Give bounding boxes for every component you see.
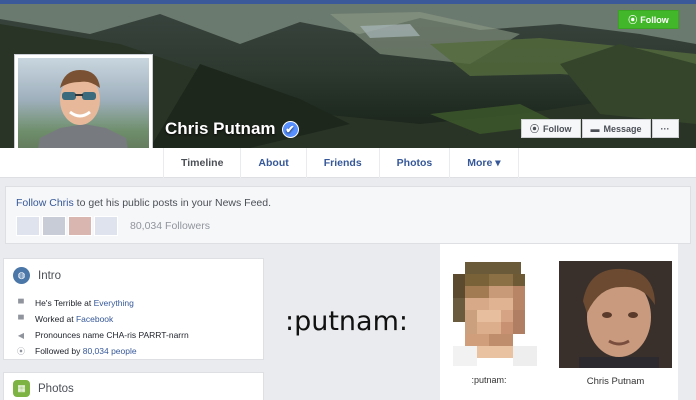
intro-item-text: Pronounces name CHA-ris PARRT-narrn <box>35 330 189 340</box>
follow-button[interactable]: ⦿ Follow <box>521 119 581 138</box>
follow-prompt-text: Follow Chris to get his public posts in … <box>16 197 271 209</box>
intro-card: ◍ Intro ▀ He's Terrible at Everything ▀ … <box>3 258 264 360</box>
message-button[interactable]: ▬ Message <box>581 119 651 138</box>
follow-prompt-body: to get his public posts in your News Fee… <box>73 197 272 209</box>
avatar[interactable] <box>42 216 66 236</box>
avatar[interactable] <box>68 216 92 236</box>
follow-green-button[interactable]: ⦿ Follow <box>618 10 679 29</box>
rss-icon: ⦿ <box>17 346 25 356</box>
tab-photos[interactable]: Photos <box>378 148 450 178</box>
list-item: ▀ Worked at Facebook <box>16 311 189 327</box>
photos-header: ▦ Photos <box>13 380 74 397</box>
briefcase-icon: ▀ <box>18 298 24 308</box>
list-item: ◀ Pronounces name CHA-ris PARRT-narrn <box>16 327 189 343</box>
intro-item-link[interactable]: 80,034 people <box>83 346 137 356</box>
profile-name[interactable]: Chris Putnam ✔ <box>165 119 299 139</box>
more-options-button[interactable]: ··· <box>651 119 679 138</box>
intro-title: Intro <box>38 269 62 282</box>
photos-icon: ▦ <box>13 380 30 397</box>
follow-prompt-card: Follow Chris to get his public posts in … <box>5 186 691 244</box>
speaker-icon: ◀ <box>17 330 25 340</box>
globe-icon: ◍ <box>13 267 30 284</box>
tab-timeline[interactable]: Timeline <box>163 148 240 178</box>
profile-tab-bar: Timeline About Friends Photos More ▾ <box>0 148 696 178</box>
message-button-label: Message <box>603 123 642 134</box>
profile-name-text[interactable]: Chris Putnam <box>165 119 276 139</box>
intro-item-text: Followed by <box>35 346 83 356</box>
intro-item-link[interactable]: Facebook <box>76 314 113 324</box>
rss-icon: ⦿ <box>628 15 638 25</box>
cover-actions: ⦿ Follow ▬ Message ··· <box>521 119 679 138</box>
avatar[interactable] <box>94 216 118 236</box>
message-icon: ▬ <box>590 123 600 134</box>
avatar[interactable] <box>16 216 40 236</box>
follow-button-label: Follow <box>543 123 572 134</box>
intro-header: ◍ Intro <box>13 267 61 284</box>
list-item: ⦿ Followed by 80,034 people <box>16 343 189 359</box>
intro-item-text: Worked at <box>35 314 76 324</box>
tab-friends[interactable]: Friends <box>305 148 379 178</box>
rss-icon: ⦿ <box>530 124 540 134</box>
profile-photo <box>18 58 149 162</box>
chris-photo-label: Chris Putnam <box>586 376 645 387</box>
photos-title: Photos <box>38 382 74 395</box>
intro-item-text: He's Terrible at <box>35 298 94 308</box>
pixelated-face-image <box>441 262 537 366</box>
tab-about[interactable]: About <box>240 148 305 178</box>
followers-count: 80,034 Followers <box>130 220 210 232</box>
verified-check-icon: ✔ <box>281 120 299 138</box>
intro-item-link[interactable]: Everything <box>94 298 134 308</box>
follower-avatars <box>16 216 118 236</box>
list-item: ▀ He's Terrible at Everything <box>16 295 189 311</box>
more-options-label: ··· <box>660 123 670 134</box>
tab-more[interactable]: More ▾ <box>449 148 519 178</box>
photos-card[interactable]: ▦ Photos <box>3 372 264 400</box>
follow-chris-link[interactable]: Follow Chris <box>16 197 74 209</box>
follow-green-label: Follow <box>640 14 669 25</box>
pixelated-face-label: :putnam: <box>471 375 507 385</box>
putnam-emoji-text: :putnam: <box>285 306 408 337</box>
chris-photo <box>559 261 672 368</box>
intro-list: ▀ He's Terrible at Everything ▀ Worked a… <box>16 295 189 359</box>
briefcase-icon: ▀ <box>18 314 24 324</box>
